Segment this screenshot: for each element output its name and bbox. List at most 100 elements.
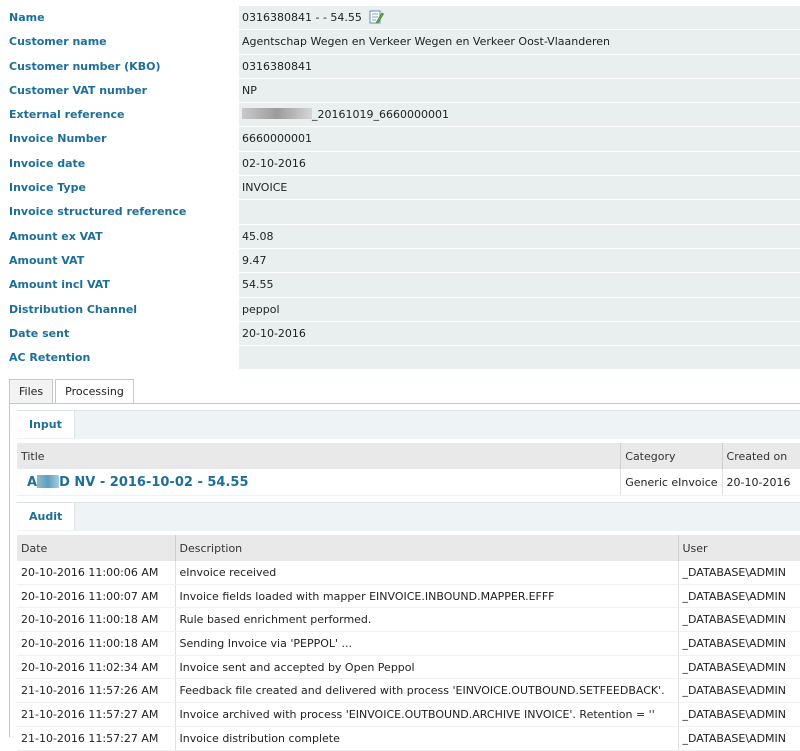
prop-row-distribution-channel: Distribution Channel peppol: [0, 297, 800, 322]
audit-date: 21-10-2016 11:57:26 AM: [17, 678, 176, 704]
table-row[interactable]: 21-10-2016 11:57:26 AM Feedback file cre…: [17, 678, 800, 704]
audit-user: _DATABASE\ADMIN: [678, 631, 800, 656]
table-row[interactable]: 20-10-2016 11:00:06 AM eInvoice received…: [17, 561, 800, 585]
prop-label: Amount incl VAT: [9, 278, 110, 292]
prop-value: [239, 346, 800, 371]
prop-label: Amount VAT: [9, 253, 85, 267]
prop-label: External reference: [9, 108, 125, 122]
prop-label: Distribution Channel: [9, 302, 138, 316]
tab-processing[interactable]: Processing: [55, 379, 134, 404]
audit-user: _DATABASE\ADMIN: [678, 678, 800, 704]
prop-value: _20161019_6660000001: [239, 103, 800, 128]
prop-label: Customer name: [9, 35, 107, 49]
prop-label: Invoice date: [9, 156, 86, 170]
table-row[interactable]: 20-10-2016 11:00:07 AM Invoice fields lo…: [17, 584, 800, 609]
input-created-cell: 20-10-2016: [722, 469, 800, 496]
prop-label: Invoice Number: [9, 132, 107, 146]
input-category-cell: Generic eInvoice: [620, 469, 723, 496]
audit-date: 20-10-2016 11:00:18 AM: [17, 631, 176, 656]
column-header-user[interactable]: User: [678, 535, 800, 561]
external-reference-value: _20161019_6660000001: [312, 108, 449, 122]
column-header-description[interactable]: Description: [175, 535, 679, 561]
column-header-date[interactable]: Date: [17, 535, 176, 561]
prop-row-invoice-date: Invoice date 02-10-2016: [0, 151, 800, 177]
prop-value: NP: [239, 78, 800, 104]
prop-label: Name: [9, 11, 45, 24]
prop-row-date-sent: Date sent 20-10-2016: [0, 321, 800, 347]
table-row[interactable]: 20-10-2016 11:02:34 AM Invoice sent and …: [17, 655, 800, 680]
audit-date: 20-10-2016 11:02:34 AM: [17, 655, 176, 680]
input-section-header: Input: [17, 410, 800, 439]
audit-user: _DATABASE\ADMIN: [678, 702, 800, 727]
prop-label: AC Retention: [9, 351, 91, 365]
audit-description: Invoice sent and accepted by Open Peppol: [175, 655, 679, 680]
audit-date: 20-10-2016 11:00:18 AM: [17, 607, 176, 633]
audit-header-row: Date Description User: [17, 535, 800, 561]
prop-value: peppol: [239, 297, 800, 322]
redacted-block: [242, 108, 312, 120]
table-row[interactable]: 21-10-2016 11:57:27 AM Invoice distribut…: [17, 726, 800, 751]
prop-value: Agentschap Wegen en Verkeer Wegen en Ver…: [239, 30, 800, 55]
audit-date: 20-10-2016 11:00:06 AM: [17, 561, 176, 585]
edit-document-icon[interactable]: [369, 9, 385, 24]
audit-description: Invoice fields loaded with mapper EINVOI…: [175, 584, 679, 609]
column-header-title[interactable]: Title: [17, 443, 622, 469]
prop-label: Date sent: [9, 326, 70, 340]
input-header-row: Title Category Created on: [17, 443, 800, 469]
prop-row-name: Name 0316380841 - - 54.55: [0, 6, 800, 31]
prop-row-amount-vat: Amount VAT 9.47: [0, 248, 800, 274]
prop-row-customer-number: Customer number (KBO) 0316380841: [0, 54, 800, 79]
redacted-block: [37, 474, 60, 488]
audit-user: _DATABASE\ADMIN: [678, 726, 800, 751]
prop-value: 6660000001: [239, 127, 800, 152]
prop-value: INVOICE: [239, 176, 800, 201]
table-row[interactable]: 20-10-2016 11:00:18 AM Rule based enrich…: [17, 607, 800, 633]
tab-files[interactable]: Files: [9, 379, 54, 403]
audit-description: Invoice distribution complete: [175, 726, 679, 751]
audit-section-label[interactable]: Audit: [17, 503, 76, 530]
name-value: 0316380841 - - 54.55: [242, 11, 362, 24]
prop-value: [239, 200, 800, 225]
column-header-category[interactable]: Category: [620, 443, 723, 469]
audit-description: eInvoice received: [175, 561, 679, 585]
prop-value: 9.47: [239, 248, 800, 274]
prop-label: Invoice structured reference: [9, 205, 187, 219]
audit-description: Feedback file created and delivered with…: [175, 678, 679, 704]
audit-section-header: Audit: [17, 502, 800, 531]
input-title-cell: AD NV - 2016-10-02 - 54.55: [17, 469, 622, 496]
audit-user: _DATABASE\ADMIN: [678, 607, 800, 633]
prop-row-structured-reference: Invoice structured reference: [0, 200, 800, 225]
input-document-link[interactable]: AD NV - 2016-10-02 - 54.55: [27, 474, 249, 490]
prop-value: 20-10-2016: [239, 321, 800, 347]
prop-value: 0316380841 - - 54.55: [239, 6, 800, 31]
audit-user: _DATABASE\ADMIN: [678, 655, 800, 680]
detail-tabs: Files Processing: [9, 379, 136, 404]
prop-value: 0316380841: [239, 54, 800, 79]
prop-value: 54.55: [239, 273, 800, 298]
input-section-label[interactable]: Input: [17, 411, 75, 438]
column-header-created-on[interactable]: Created on: [722, 443, 800, 469]
prop-row-ac-retention: AC Retention: [0, 346, 800, 371]
table-row[interactable]: AD NV - 2016-10-02 - 54.55 Generic eInvo…: [17, 469, 800, 496]
table-row[interactable]: 20-10-2016 11:00:18 AM Sending Invoice v…: [17, 631, 800, 656]
audit-description: Rule based enrichment performed.: [175, 607, 679, 633]
table-row[interactable]: 21-10-2016 11:57:27 AM Invoice archived …: [17, 702, 800, 727]
audit-date: 21-10-2016 11:57:27 AM: [17, 702, 176, 727]
prop-row-customer-vat: Customer VAT number NP: [0, 78, 800, 104]
invoice-properties: Name 0316380841 - - 54.55 Customer name …: [0, 6, 800, 371]
prop-row-amount-incl-vat: Amount incl VAT 54.55: [0, 273, 800, 298]
audit-table: Date Description User 20-10-2016 11:00:0…: [17, 535, 800, 751]
audit-description: Sending Invoice via 'PEPPOL' ...: [175, 631, 679, 656]
audit-user: _DATABASE\ADMIN: [678, 584, 800, 609]
audit-date: 20-10-2016 11:00:07 AM: [17, 584, 176, 609]
prop-row-customer-name: Customer name Agentschap Wegen en Verkee…: [0, 30, 800, 55]
prop-row-invoice-type: Invoice Type INVOICE: [0, 176, 800, 201]
prop-value: 45.08: [239, 224, 800, 249]
input-table: Title Category Created on AD NV - 2016-1…: [17, 443, 800, 496]
audit-description: Invoice archived with process 'EINVOICE.…: [175, 702, 679, 727]
audit-date: 21-10-2016 11:57:27 AM: [17, 726, 176, 751]
prop-row-invoice-number: Invoice Number 6660000001: [0, 127, 800, 152]
audit-user: _DATABASE\ADMIN: [678, 561, 800, 585]
prop-label: Amount ex VAT: [9, 229, 103, 243]
prop-label: Invoice Type: [9, 181, 86, 195]
